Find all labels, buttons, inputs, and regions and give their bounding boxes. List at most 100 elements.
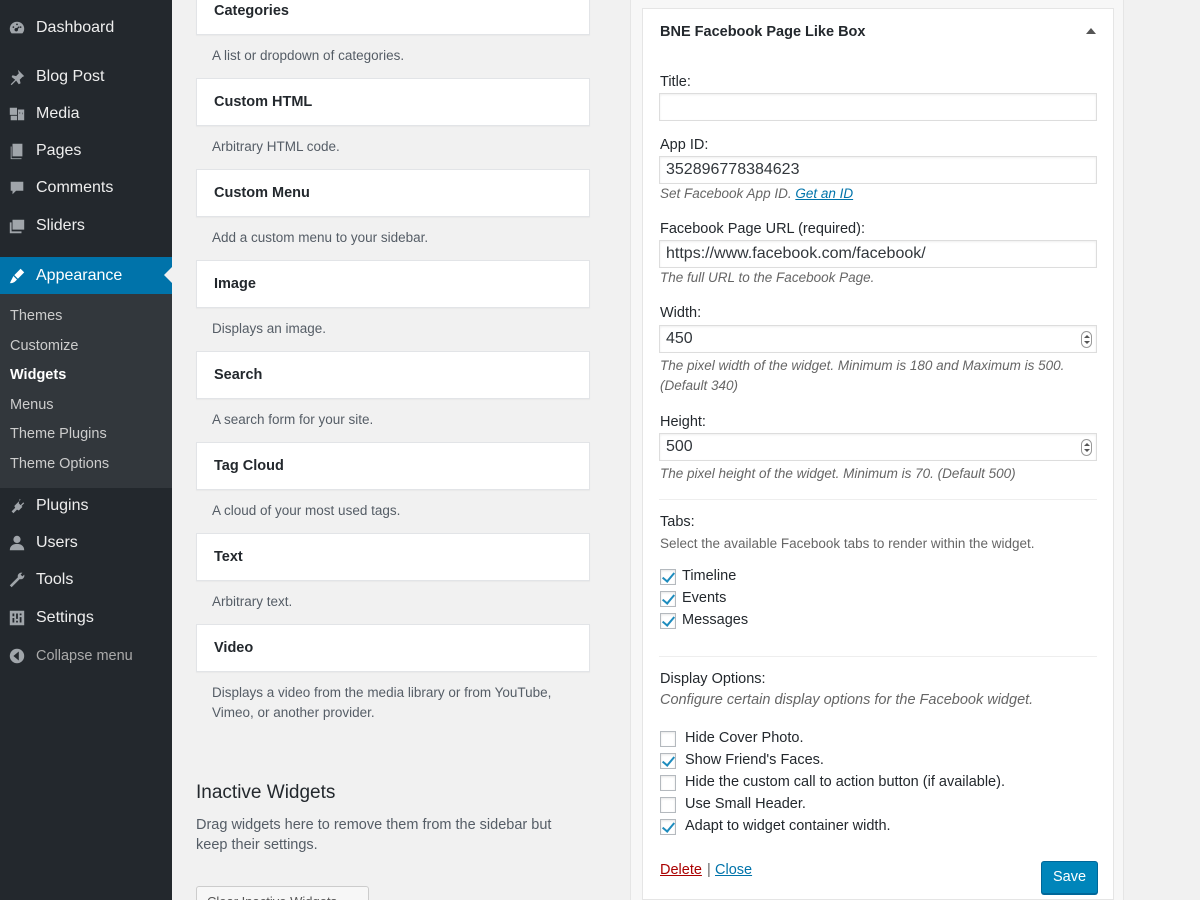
- collapse-arrow-icon[interactable]: [1086, 28, 1096, 34]
- app-id-input[interactable]: [659, 156, 1097, 184]
- height-help: The pixel height of the widget. Minimum …: [660, 466, 1016, 481]
- sidebar-item-appearance[interactable]: Appearance: [0, 257, 172, 294]
- spinner-icon[interactable]: [1081, 439, 1092, 456]
- submenu-item-theme-options[interactable]: Theme Options: [10, 456, 109, 472]
- facebook-url-input[interactable]: [659, 240, 1097, 268]
- display-options-help: Configure certain display options for th…: [660, 692, 1034, 708]
- display-options-label: Display Options:: [660, 671, 766, 687]
- url-help: The full URL to the Facebook Page.: [660, 270, 875, 285]
- tab-messages-label: Messages: [682, 612, 749, 628]
- collapse-icon: [8, 647, 26, 665]
- widget-custom-menu[interactable]: Custom Menu: [196, 169, 590, 217]
- sidebar-item-label: Tools: [36, 571, 74, 588]
- tab-messages-checkbox[interactable]: [660, 613, 676, 629]
- media-icon: [8, 105, 26, 123]
- hide-cta-button-label: Hide the custom call to action button (i…: [685, 774, 1005, 790]
- sidebar-item-pages[interactable]: Pages: [0, 133, 172, 169]
- sidebar-item-label: Dashboard: [36, 19, 115, 36]
- widget-custom-html[interactable]: Custom HTML: [196, 78, 590, 126]
- sidebar-item-media[interactable]: Media: [0, 96, 172, 132]
- tab-events-checkbox[interactable]: [660, 591, 676, 607]
- width-number-input[interactable]: 450: [659, 325, 1097, 353]
- title-input[interactable]: [659, 93, 1097, 121]
- sidebar-item-blog-post[interactable]: Blog Post: [0, 59, 172, 95]
- widget-description: Displays an image.: [212, 321, 327, 336]
- submenu-item-widgets[interactable]: Widgets: [10, 367, 66, 383]
- widget-description: A search form for your site.: [212, 412, 374, 427]
- sidebar-item-comments[interactable]: Comments: [0, 170, 172, 206]
- submenu-item-theme-plugins[interactable]: Theme Plugins: [10, 426, 107, 442]
- widget-header[interactable]: BNE Facebook Page Like Box: [642, 8, 1114, 56]
- widget-categories[interactable]: Categories: [196, 0, 590, 35]
- tab-events-label: Events: [682, 590, 727, 606]
- url-label: Facebook Page URL (required):: [660, 221, 865, 237]
- hide-cover-photo-checkbox[interactable]: [660, 731, 676, 747]
- sidebar-item-label: Users: [36, 534, 78, 551]
- sidebar-item-users[interactable]: Users: [0, 525, 172, 561]
- submenu-item-themes[interactable]: Themes: [10, 308, 62, 324]
- users-icon: [8, 534, 26, 552]
- pages-icon: [8, 142, 26, 160]
- comments-icon: [8, 179, 26, 197]
- close-link[interactable]: Close: [715, 862, 752, 878]
- collapse-menu-button[interactable]: Collapse menu: [0, 638, 172, 674]
- widget-text[interactable]: Text: [196, 533, 590, 581]
- clear-inactive-widgets-button[interactable]: Clear Inactive Widgets: [196, 886, 369, 900]
- inactive-widgets-title: Inactive Widgets: [196, 782, 336, 803]
- widget-search[interactable]: Search: [196, 351, 590, 399]
- appearance-icon: [8, 267, 26, 285]
- delete-link[interactable]: Delete: [660, 862, 702, 878]
- sliders-icon: [8, 217, 26, 235]
- sidebar-item-label: Blog Post: [36, 68, 105, 85]
- widget-title: Custom Menu: [214, 185, 310, 201]
- link-separator: |: [707, 862, 711, 878]
- sidebar-item-settings[interactable]: Settings: [0, 600, 172, 636]
- app-id-help-text: Set Facebook App ID.: [660, 186, 792, 201]
- tab-timeline-checkbox[interactable]: [660, 569, 676, 585]
- divider: [659, 656, 1097, 657]
- sidebar-item-label: Appearance: [36, 266, 123, 284]
- height-label: Height:: [660, 414, 706, 430]
- tabs-label: Tabs:: [660, 514, 695, 530]
- dashboard-icon: [8, 19, 26, 37]
- widget-title: Video: [214, 640, 254, 656]
- widget-description: Arbitrary HTML code.: [212, 139, 340, 154]
- sidebar-item-sliders[interactable]: Sliders: [0, 208, 172, 244]
- widget-title: BNE Facebook Page Like Box: [660, 24, 866, 40]
- hide-cover-photo-label: Hide Cover Photo.: [685, 730, 804, 746]
- submenu-item-menus[interactable]: Menus: [10, 397, 54, 413]
- show-friends-faces-checkbox[interactable]: [660, 753, 676, 769]
- tabs-help: Select the available Facebook tabs to re…: [660, 536, 1035, 551]
- height-number-input[interactable]: 500: [659, 433, 1097, 461]
- adapt-container-width-checkbox[interactable]: [660, 819, 676, 835]
- hide-cta-button-checkbox[interactable]: [660, 775, 676, 791]
- submenu-item-customize[interactable]: Customize: [10, 338, 79, 354]
- width-label: Width:: [660, 305, 702, 321]
- width-help: The pixel width of the widget. Minimum i…: [660, 358, 1065, 393]
- sidebar-item-dashboard[interactable]: Dashboard: [0, 10, 172, 46]
- height-value: 500: [666, 438, 693, 455]
- widget-description: Arbitrary text.: [212, 594, 293, 609]
- save-button[interactable]: Save: [1041, 861, 1098, 894]
- settings-icon: [8, 609, 26, 627]
- tab-timeline-label: Timeline: [682, 568, 737, 584]
- sidebar-item-tools[interactable]: Tools: [0, 562, 172, 598]
- widget-tag-cloud[interactable]: Tag Cloud: [196, 442, 590, 490]
- divider: [659, 499, 1097, 500]
- spinner-icon[interactable]: [1081, 331, 1092, 348]
- sidebar-item-label: Sliders: [36, 217, 85, 234]
- use-small-header-checkbox[interactable]: [660, 797, 676, 813]
- widget-video[interactable]: Video: [196, 624, 590, 672]
- widget-description: A list or dropdown of categories.: [212, 48, 405, 63]
- use-small-header-label: Use Small Header.: [685, 796, 806, 812]
- sidebar-item-plugins[interactable]: Plugins: [0, 488, 172, 524]
- pin-icon: [8, 68, 26, 86]
- appearance-submenu: Themes Customize Widgets Menus Theme Plu…: [0, 294, 172, 488]
- widget-title: Text: [214, 549, 243, 565]
- widget-image[interactable]: Image: [196, 260, 590, 308]
- show-friends-faces-label: Show Friend's Faces.: [685, 752, 824, 768]
- widget-description: Displays a video from the media library …: [212, 685, 552, 720]
- inactive-widgets-description: Drag widgets here to remove them from th…: [196, 817, 552, 853]
- sidebar-item-label: Pages: [36, 142, 82, 159]
- get-an-id-link[interactable]: Get an ID: [795, 186, 853, 201]
